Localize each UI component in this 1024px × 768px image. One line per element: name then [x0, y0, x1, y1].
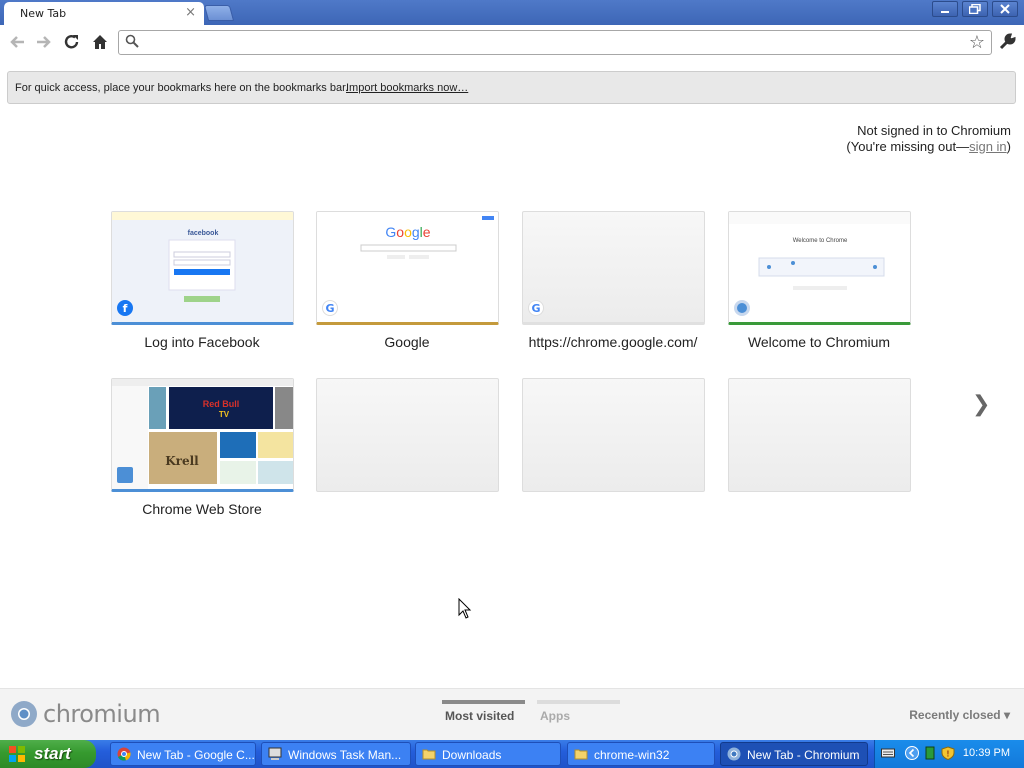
chevron-left-icon[interactable]: [905, 746, 919, 760]
webstore-icon: [117, 467, 133, 483]
thumbnail-label: Welcome to Chromium: [747, 334, 891, 350]
thumbnail-facebook[interactable]: facebook f: [111, 211, 294, 325]
svg-text:Welcome to Chrome: Welcome to Chrome: [793, 238, 848, 244]
task-manager-icon: [268, 747, 282, 760]
home-icon[interactable]: [91, 33, 109, 51]
window-controls: [932, 1, 1018, 17]
chromium-icon: [727, 747, 741, 761]
taskbar-item[interactable]: Windows Task Man...: [261, 742, 411, 766]
minimize-icon[interactable]: [932, 1, 958, 17]
bookmarks-bar-prompt: For quick access, place your bookmarks h…: [7, 71, 1016, 104]
chevron-down-icon: ▾: [1003, 708, 1010, 722]
taskbar-item[interactable]: New Tab - Google C...: [110, 742, 256, 766]
network-icon[interactable]: [923, 746, 937, 760]
svg-text:Krell: Krell: [165, 454, 199, 468]
start-button[interactable]: start: [0, 740, 96, 768]
google-icon: G: [322, 300, 338, 316]
tab-close-icon[interactable]: ×: [185, 5, 196, 20]
search-icon: [125, 34, 139, 48]
signin-line2: (You're missing out—sign in): [846, 139, 1011, 155]
omnibox[interactable]: ☆: [118, 30, 992, 55]
new-tab-button[interactable]: [203, 5, 235, 21]
folder-icon: [422, 749, 436, 760]
signin-suffix: ): [1006, 139, 1011, 154]
tab-title: New Tab: [20, 7, 67, 20]
windows-flag-icon: [9, 746, 25, 762]
reload-icon[interactable]: [63, 33, 81, 51]
tab-apps[interactable]: Apps: [540, 709, 570, 723]
recently-closed-menu[interactable]: Recently closed ▾: [909, 708, 1010, 722]
facebook-icon: f: [117, 300, 133, 316]
mouse-cursor-icon: [458, 598, 472, 619]
recently-closed-label: Recently closed: [909, 708, 1001, 722]
taskbar-clock: 10:39 PM: [962, 747, 1010, 759]
url-input[interactable]: [145, 33, 955, 52]
signin-status: Not signed in to Chromium (You're missin…: [846, 123, 1011, 155]
thumbnail-label: Log into Facebook: [144, 334, 260, 350]
taskbar-item-label: New Tab - Google C...: [137, 748, 255, 762]
browser-toolbar: ☆: [0, 25, 1024, 61]
chrome-icon: [117, 747, 131, 761]
welcome-page-preview: Welcome to Chrome: [729, 212, 910, 322]
thumbnail-empty: [728, 378, 911, 492]
next-page-arrow-icon[interactable]: ❯: [972, 392, 990, 417]
system-tray: ! 10:39 PM: [874, 740, 1024, 768]
brand-wordmark: chromium: [43, 700, 161, 728]
wrench-icon[interactable]: [998, 33, 1016, 51]
svg-text:TV: TV: [219, 410, 230, 419]
forward-icon[interactable]: [35, 34, 53, 50]
thumbnail-label: Google: [384, 334, 430, 350]
taskbar-item-label: New Tab - Chromium: [747, 748, 860, 762]
tab-most-visited[interactable]: Most visited: [445, 709, 514, 723]
ntp-footer: chromium Most visited Apps Recently clos…: [0, 688, 1024, 740]
bookmark-star-icon[interactable]: ☆: [969, 32, 985, 53]
tab-indicator-apps: [537, 700, 620, 704]
chromium-logo-icon: [11, 701, 37, 727]
taskbar-item-label: Windows Task Man...: [288, 748, 402, 762]
folder-icon: [574, 749, 588, 760]
taskbar-item-active[interactable]: New Tab - Chromium: [720, 742, 868, 766]
security-shield-icon[interactable]: !: [941, 746, 955, 760]
webstore-page-preview: Red Bull TV Krell: [112, 379, 293, 489]
svg-text:!: !: [947, 750, 950, 759]
svg-text:facebook: facebook: [188, 230, 219, 237]
thumbnail-label: Chrome Web Store: [142, 501, 262, 517]
restore-icon[interactable]: [962, 1, 988, 17]
thumbnail-label: https://chrome.google.com/: [528, 334, 698, 350]
tab-strip: New Tab ×: [0, 0, 1024, 25]
chromium-icon: [734, 300, 750, 316]
bookmarks-bar-hint: For quick access, place your bookmarks h…: [15, 82, 349, 94]
thumbnail-chrome-web-store[interactable]: Red Bull TV Krell: [111, 378, 294, 492]
taskbar-item[interactable]: chrome-win32: [567, 742, 715, 766]
facebook-page-preview: facebook: [112, 212, 293, 322]
tab-new-tab[interactable]: New Tab ×: [4, 2, 204, 25]
google-page-preview: Google: [317, 212, 498, 322]
thumbnail-google[interactable]: Google G: [316, 211, 499, 325]
tab-indicator-most-visited: [442, 700, 525, 704]
taskbar-item-label: chrome-win32: [594, 748, 670, 762]
signin-prefix: (You're missing out—: [846, 139, 970, 154]
back-icon[interactable]: [8, 34, 26, 50]
google-icon: G: [528, 300, 544, 316]
thumbnail-welcome-chromium[interactable]: Welcome to Chrome: [728, 211, 911, 325]
close-window-icon[interactable]: [992, 1, 1018, 17]
keyboard-icon[interactable]: [881, 746, 895, 760]
thumbnail-empty: [316, 378, 499, 492]
windows-taskbar: start New Tab - Google C... Windows Task…: [0, 740, 1024, 768]
import-bookmarks-link[interactable]: Import bookmarks now…: [346, 82, 468, 94]
thumbnail-chrome-google[interactable]: G: [522, 211, 705, 325]
signin-line1: Not signed in to Chromium: [857, 123, 1011, 138]
taskbar-item[interactable]: Downloads: [415, 742, 561, 766]
taskbar-item-label: Downloads: [442, 748, 502, 762]
thumbnail-empty: [522, 378, 705, 492]
start-label: start: [34, 744, 71, 763]
sign-in-link[interactable]: sign in: [969, 139, 1007, 154]
svg-text:Google: Google: [385, 224, 430, 240]
svg-text:Red Bull: Red Bull: [203, 399, 240, 409]
